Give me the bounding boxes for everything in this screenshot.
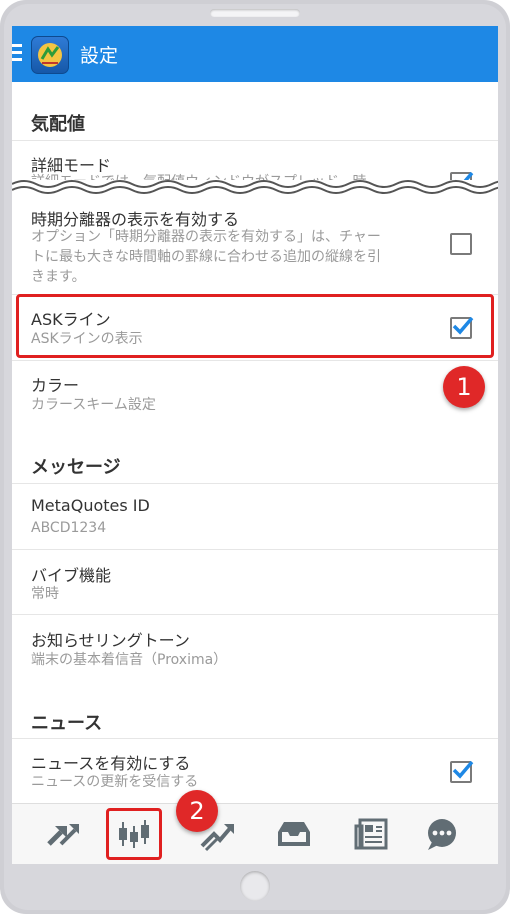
nav-mailbox-button[interactable] xyxy=(272,814,316,854)
period-separator-subtitle-line: きます。 xyxy=(31,269,86,285)
nav-chat-button[interactable] xyxy=(420,814,464,854)
vibrate-title: バイブ機能 xyxy=(31,566,112,585)
section-title-messages: メッセージ xyxy=(31,457,121,478)
bottom-navigation xyxy=(12,803,498,864)
trade-arrows-icon xyxy=(47,824,79,846)
chart-button-highlight xyxy=(106,808,162,860)
section-title-news: ニュース xyxy=(31,713,103,734)
chat-icon xyxy=(428,819,456,850)
color-title: カラー xyxy=(31,376,80,395)
ringtone-title: お知らせリングトーン xyxy=(31,631,190,650)
nav-quotes-button[interactable] xyxy=(41,814,85,854)
section-title-quotes: 気配値 xyxy=(31,114,85,135)
app-screen: 設定 気配値 詳細モード 詳細モードでは、気配値ウィンドウがスプレッド、時 時期… xyxy=(12,26,498,864)
period-separator-subtitle-line: オプション「時期分離器の表示を有効する」は、チャー xyxy=(31,229,381,245)
enable-news-subtitle: ニュースの更新を受信する xyxy=(31,774,199,790)
metaquotes-id-title: MetaQuotes ID xyxy=(31,496,150,515)
period-separator-subtitle-line-part: トに最も大きな時間軸の罫線に合わせる追加の縦線を引 xyxy=(31,249,381,265)
enable-news-checkbox[interactable] xyxy=(450,760,474,783)
period-separator-subtitle: オプション「時期分離器の表示を有効する」は、チャー トに最も大きな時間軸の罫線に… xyxy=(31,227,441,287)
divider xyxy=(12,483,498,484)
page-title: 設定 xyxy=(80,45,119,67)
divider xyxy=(12,738,498,739)
app-bar: 設定 xyxy=(12,26,498,82)
phone-home-button[interactable] xyxy=(240,871,270,901)
divider xyxy=(12,140,498,141)
enable-news-title: ニュースを有効にする xyxy=(31,754,191,773)
divider xyxy=(12,360,498,361)
ringtone-value: 端末の基本着信音（Proxima） xyxy=(31,652,228,668)
divider xyxy=(12,549,498,550)
metaquotes-id-value: ABCD1234 xyxy=(31,520,107,536)
vibrate-value: 常時 xyxy=(31,586,59,602)
metatrader-icon[interactable] xyxy=(31,36,69,74)
phone-speaker xyxy=(210,9,300,17)
divider xyxy=(12,614,498,615)
period-separator-subtitle-line: トに最も大きな時間軸の罫線に合わせる追加の縦線を引 xyxy=(31,247,441,267)
ask-line-highlight xyxy=(16,294,494,358)
news-icon xyxy=(354,818,388,850)
period-separator-checkbox[interactable] xyxy=(450,233,472,255)
torn-edge-divider xyxy=(12,180,498,202)
phone-frame: 設定 気配値 詳細モード 詳細モードでは、気配値ウィンドウがスプレッド、時 時期… xyxy=(0,0,510,914)
hamburger-icon[interactable] xyxy=(12,44,22,64)
color-subtitle: カラースキーム設定 xyxy=(31,397,156,413)
annotation-badge-1: 1 xyxy=(443,366,485,408)
annotation-badge-2: 2 xyxy=(176,790,218,832)
inbox-icon xyxy=(278,822,310,846)
nav-news-button[interactable] xyxy=(350,814,394,854)
check-icon xyxy=(452,760,474,779)
